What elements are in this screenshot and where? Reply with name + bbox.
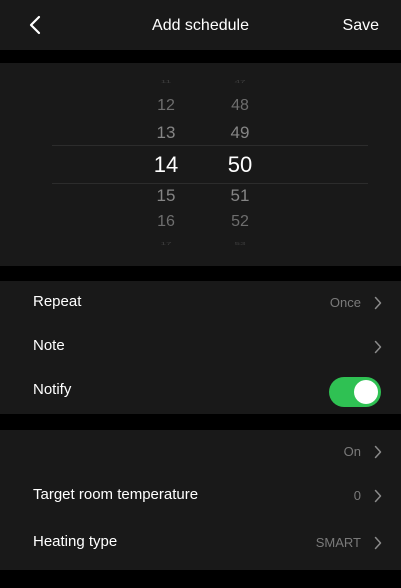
hour-option[interactable]: 16 — [136, 214, 196, 230]
minute-option-selected[interactable]: 50 — [210, 154, 270, 176]
chevron-right-icon — [374, 340, 382, 354]
chevron-right-icon — [374, 489, 382, 503]
hour-option[interactable]: 17 — [136, 242, 196, 247]
target-temperature-row[interactable]: Target room temperature 0 — [0, 474, 401, 518]
target-temperature-value: 0 — [353, 488, 361, 503]
heating-type-value: SMART — [315, 535, 361, 550]
minute-option[interactable]: 47 — [210, 80, 270, 85]
hour-option[interactable]: 13 — [136, 124, 196, 141]
hour-option[interactable]: 15 — [136, 187, 196, 204]
time-picker[interactable]: 11 12 13 14 15 16 17 47 48 49 50 51 52 5… — [0, 63, 401, 266]
minute-option[interactable]: 53 — [210, 242, 270, 247]
hour-option-selected[interactable]: 14 — [136, 154, 196, 176]
minute-option[interactable]: 49 — [210, 124, 270, 141]
minute-option[interactable]: 48 — [210, 98, 270, 114]
note-label: Note — [33, 337, 65, 354]
repeat-label: Repeat — [33, 293, 82, 310]
heating-settings-group: On Target room temperature 0 Heating typ… — [0, 430, 401, 570]
power-row[interactable]: On — [0, 430, 401, 474]
notify-toggle[interactable] — [329, 377, 381, 407]
chevron-right-icon — [374, 536, 382, 550]
minute-option[interactable]: 52 — [210, 214, 270, 230]
hour-wheel[interactable]: 11 12 13 14 15 16 17 — [136, 63, 196, 266]
header-bar: Add schedule Save — [0, 0, 401, 50]
toggle-knob — [354, 380, 378, 404]
target-temperature-label: Target room temperature — [33, 486, 199, 503]
heating-type-row[interactable]: Heating type SMART — [0, 521, 401, 565]
minute-wheel[interactable]: 47 48 49 50 51 52 53 — [210, 63, 270, 266]
save-button[interactable]: Save — [343, 17, 379, 35]
minute-option[interactable]: 51 — [210, 187, 270, 204]
chevron-right-icon — [374, 445, 382, 459]
notify-label: Notify — [33, 381, 72, 398]
heating-type-label: Heating type — [33, 533, 118, 550]
page-title: Add schedule — [152, 17, 249, 34]
power-value: On — [343, 444, 361, 459]
repeat-row[interactable]: Repeat Once — [0, 281, 401, 325]
chevron-right-icon — [374, 296, 382, 310]
repeat-value: Once — [329, 295, 361, 310]
note-row[interactable]: Note — [0, 325, 401, 369]
hour-option[interactable]: 11 — [136, 80, 196, 85]
hour-option[interactable]: 12 — [136, 98, 196, 114]
